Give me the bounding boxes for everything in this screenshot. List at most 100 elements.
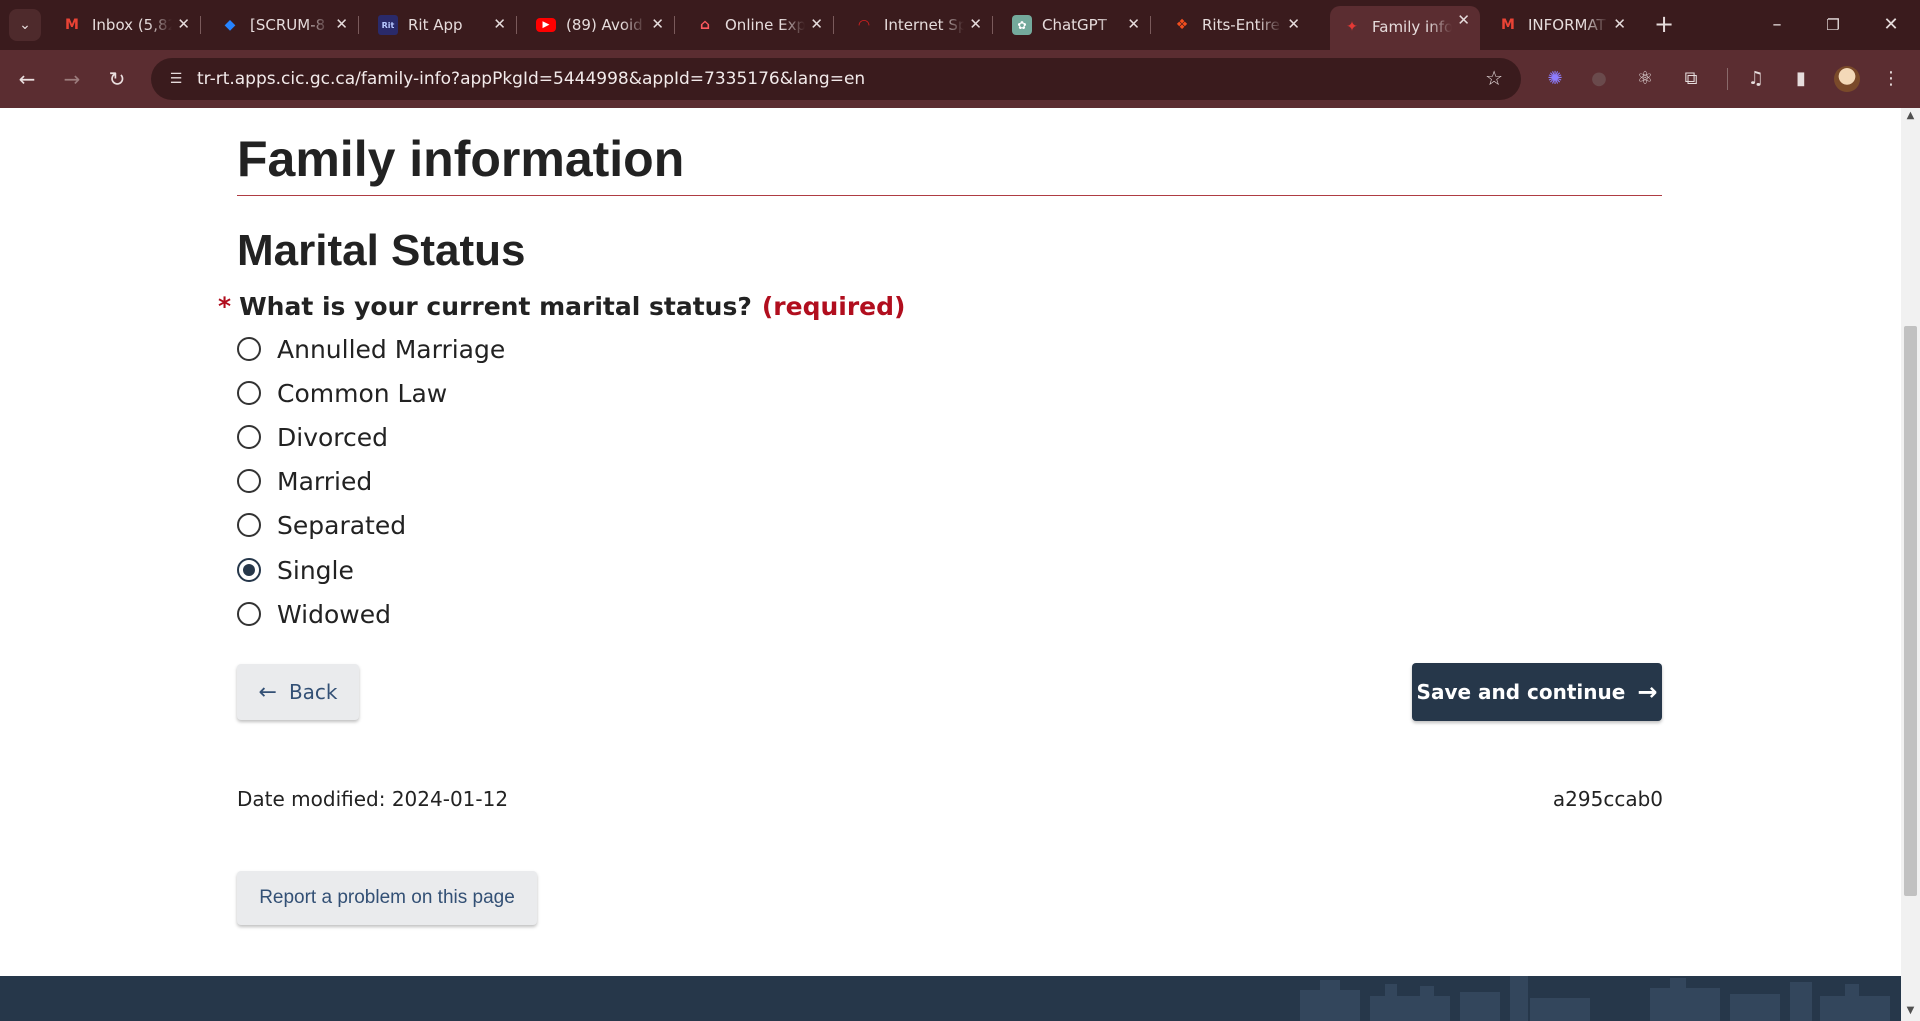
airbnb-icon: ⌂ [699,17,711,33]
scroll-down-arrow-icon[interactable]: ▼ [1901,1005,1920,1019]
arrow-right-icon: → [1637,678,1658,706]
radio-label[interactable]: Divorced [277,423,388,452]
maple-leaf-icon: ✦ [1346,19,1358,35]
required-asterisk: * [218,292,232,321]
tab-rit-app[interactable]: Rit Rit App ✕ [366,8,517,42]
question-text: What is your current marital status? [239,292,752,321]
radio-label[interactable]: Common Law [277,379,447,408]
radio-button[interactable] [237,425,261,449]
close-tab-icon[interactable]: ✕ [1287,15,1300,33]
extension-dark-icon[interactable]: ● [1584,64,1614,94]
close-tab-icon[interactable]: ✕ [969,15,982,33]
radio-label[interactable]: Single [277,556,354,585]
radio-button[interactable] [237,558,261,582]
save-button-label: Save and continue [1416,680,1626,704]
scrollbar-thumb[interactable] [1904,326,1917,896]
title-divider [237,195,1662,196]
figma-icon: ❖ [1175,17,1189,33]
radio-option-single[interactable]: Single [237,552,354,588]
back-button[interactable]: ← Back [237,664,359,720]
reload-icon[interactable]: ↻ [101,63,133,95]
restore-icon[interactable]: ❐ [1818,10,1848,40]
tab-title: Internet Sp [884,16,964,34]
tab-speedtest[interactable]: ◠ Internet Sp ✕ [842,8,993,42]
page-content: Family information Marital Status * What … [0,108,1901,1021]
section-title: Marital Status [237,226,526,275]
browser-menu-icon[interactable]: ⋮ [1876,64,1906,94]
close-tab-icon[interactable]: ✕ [493,15,506,33]
rit-icon: Rit [378,15,398,35]
radio-option-divorced[interactable]: Divorced [237,419,388,455]
tab-title: INFORMAT [1528,16,1606,34]
tab-youtube[interactable]: ▶ (89) Avoid ✕ [524,8,675,42]
media-control-icon[interactable]: ♫ [1741,64,1771,94]
required-label: (required) [761,292,906,321]
radio-label[interactable]: Annulled Marriage [277,335,505,364]
tab-title: (89) Avoid [566,16,643,34]
close-tab-icon[interactable]: ✕ [1613,15,1626,33]
radio-button[interactable] [237,381,261,405]
tab-title: ChatGPT [1042,16,1107,34]
new-tab-icon[interactable]: + [1650,10,1678,38]
parliament-skyline-graphic [1300,976,1890,1021]
forward-arrow-icon[interactable]: → [56,63,88,95]
extension-sparkle-icon[interactable]: ✺ [1540,64,1570,94]
youtube-icon: ▶ [536,18,556,32]
tab-airbnb[interactable]: ⌂ Online Exp ✕ [683,8,834,42]
minimize-icon[interactable]: – [1762,10,1792,40]
jira-icon: ◆ [224,17,236,33]
tab-chatgpt[interactable]: ✿ ChatGPT ✕ [1000,8,1151,42]
radio-option-common-law[interactable]: Common Law [237,375,447,411]
url-text[interactable]: tr-rt.apps.cic.gc.ca/family-info?appPkgI… [197,69,865,89]
close-tab-icon[interactable]: ✕ [651,15,664,33]
bookmark-star-icon[interactable]: ☆ [1485,66,1503,90]
close-tab-icon[interactable]: ✕ [335,15,348,33]
scroll-up-arrow-icon[interactable]: ▲ [1901,110,1920,124]
tab-title: Rits-Entire [1202,16,1280,34]
radio-label[interactable]: Widowed [277,600,391,629]
report-problem-button[interactable]: Report a problem on this page [237,871,537,925]
radio-option-married[interactable]: Married [237,463,372,499]
radio-button[interactable] [237,602,261,626]
version-id: a295ccab0 [1552,787,1663,811]
tab-figma[interactable]: ❖ Rits-Entire ✕ [1160,8,1310,42]
radio-option-annulled-marriage[interactable]: Annulled Marriage [237,331,505,367]
tab-gmail-informat[interactable]: M INFORMAT ✕ [1486,8,1636,42]
tab-strip: ⌄ M Inbox (5,82 ✕ ◆ [SCRUM-8 ✕ Rit Rit A… [0,0,1920,50]
radio-button[interactable] [237,469,261,493]
gmail-icon: M [65,17,79,33]
site-info-icon[interactable]: ☰ [165,68,187,90]
browser-toolbar: ← → ↻ ☰ tr-rt.apps.cic.gc.ca/family-info… [0,50,1920,108]
tab-gmail-inbox[interactable]: M Inbox (5,82 ✕ [50,8,201,42]
tab-search-icon[interactable]: ⌄ [9,9,41,41]
tab-jira[interactable]: ◆ [SCRUM-8 ✕ [208,8,359,42]
side-panel-icon[interactable]: ▮ [1786,64,1816,94]
page-scrollbar[interactable]: ▲ ▼ [1901,108,1920,1021]
save-and-continue-button[interactable]: Save and continue → [1412,663,1662,721]
speedtest-icon: ◠ [858,17,870,33]
footer [0,976,1901,1021]
back-arrow-icon[interactable]: ← [11,63,43,95]
question-label: * What is your current marital status? (re… [218,292,905,321]
date-modified: Date modified: 2024-01-12 [237,787,509,811]
chatgpt-icon: ✿ [1012,15,1032,35]
close-tab-icon[interactable]: ✕ [1127,15,1140,33]
toolbar-divider [1727,68,1728,90]
react-devtools-icon[interactable]: ⚛ [1630,64,1660,94]
close-window-icon[interactable]: ✕ [1876,10,1906,40]
close-tab-icon[interactable]: ✕ [810,15,823,33]
radio-option-separated[interactable]: Separated [237,507,406,543]
address-bar[interactable]: ☰ tr-rt.apps.cic.gc.ca/family-info?appPk… [151,58,1521,100]
back-button-label: Back [288,680,338,704]
tab-title: [SCRUM-8 [250,16,326,34]
radio-option-widowed[interactable]: Widowed [237,596,391,632]
close-tab-icon[interactable]: ✕ [177,15,190,33]
radio-label[interactable]: Separated [277,511,406,540]
extensions-puzzle-icon[interactable]: ⧉ [1676,64,1706,94]
radio-button[interactable] [237,513,261,537]
profile-avatar[interactable] [1834,66,1860,92]
radio-button[interactable] [237,337,261,361]
tab-family-info[interactable]: ✦ Family info ✕ [1330,6,1480,50]
close-tab-icon[interactable]: ✕ [1457,11,1470,29]
radio-label[interactable]: Married [277,467,372,496]
